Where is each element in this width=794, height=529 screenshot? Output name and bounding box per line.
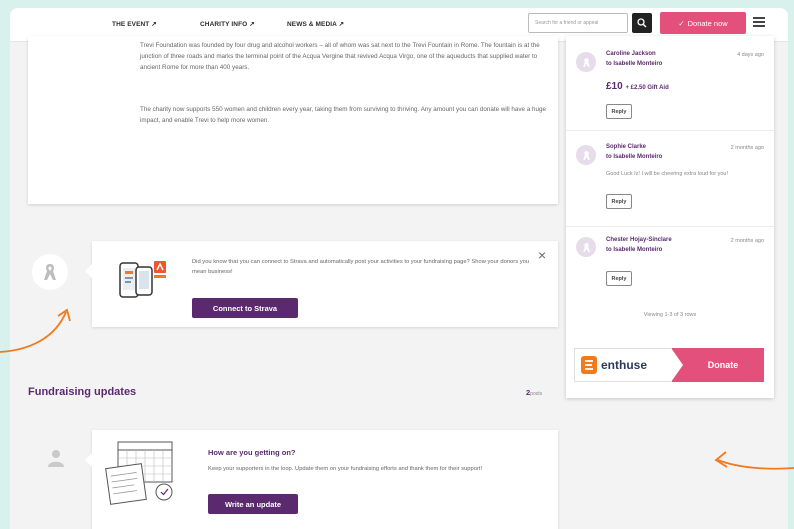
gift-aid-text: + £2.50 Gift Aid [625, 85, 669, 91]
strava-promo-card: Did you know that you can connect to Str… [85, 241, 558, 327]
update-card-text: Keep your supporters in the loop. Update… [208, 466, 483, 472]
ribbon-icon [44, 264, 56, 280]
story-card: Trevi Foundation was founded by four dru… [28, 36, 558, 204]
donation-recipient: to Isabelle Monteiro [606, 60, 663, 67]
enthuse-donate-button[interactable]: Donate [671, 348, 764, 382]
enthuse-logo-text: enthuse [601, 358, 648, 372]
search-icon [637, 18, 647, 28]
donor-name-text: Chester Hojay-Sinclare [606, 237, 672, 243]
story-paragraph-2: The charity now supports 550 women and c… [140, 106, 547, 125]
write-an-update-button[interactable]: Write an update [208, 494, 298, 514]
check-icon: ✓ [678, 18, 685, 28]
nav-link-news-media[interactable]: NEWS & MEDIA ↗ [287, 20, 344, 28]
donation-time: 2 months ago [730, 145, 764, 151]
phone-illustration [119, 261, 166, 298]
ribbon-icon [582, 57, 590, 67]
posts-count: 2posts [526, 388, 542, 397]
close-icon[interactable]: × [538, 248, 546, 262]
donor-avatar [576, 145, 596, 165]
ribbon-avatar [32, 254, 68, 290]
person-icon [48, 450, 64, 467]
donation-time: 2 months ago [730, 238, 764, 244]
donor-name: Caroline Jackson to Isabelle Monteiro [606, 50, 706, 69]
donation-time: 4 days ago [737, 52, 764, 58]
donate-now-label: Donate now [687, 18, 728, 28]
donation-amount-value: £10 [606, 81, 623, 92]
search-input[interactable]: Search for a friend or appeal [528, 13, 628, 33]
donation-amount: £10 + £2.50 Gift Aid [606, 81, 669, 92]
reply-button[interactable]: Reply [606, 194, 632, 209]
donation-message: Good Luck Iz! I will be cheering extra l… [606, 171, 728, 177]
pagination-status: Viewing 1-3 of 3 rows [643, 312, 697, 318]
calendar-illustration [105, 441, 173, 505]
browser-frame: THE EVENT ↗ CHARITY INFO ↗ NEWS & MEDIA … [10, 8, 788, 529]
reply-button[interactable]: Reply [606, 271, 632, 286]
donation-recipient: to Isabelle Monteiro [606, 246, 663, 253]
donor-name: Sophie Clarke to Isabelle Monteiro [606, 143, 706, 162]
update-card-title: How are you getting on? [208, 448, 296, 457]
ribbon-icon [582, 242, 590, 252]
donations-sidebar: Caroline Jackson to Isabelle Monteiro 4 … [566, 36, 774, 398]
write-update-card: How are you getting on? Keep your suppor… [85, 430, 558, 529]
connect-to-strava-button[interactable]: Connect to Strava [192, 298, 298, 318]
donor-name-text: Sophie Clarke [606, 144, 647, 150]
strava-description: Did you know that you can connect to Str… [192, 259, 530, 275]
nav-link-the-event[interactable]: THE EVENT ↗ [112, 20, 157, 28]
donor-avatar [576, 237, 596, 257]
enthuse-logo: enthuse [574, 348, 672, 382]
enthuse-logo-icon [581, 356, 597, 374]
annotation-arrow-left [0, 308, 71, 353]
donor-avatar [576, 52, 596, 72]
donation-recipient: to Isabelle Monteiro [606, 153, 663, 160]
menu-icon[interactable] [753, 17, 765, 27]
nav-link-charity-info[interactable]: CHARITY INFO ↗ [200, 20, 255, 28]
annotation-arrow-right [714, 451, 794, 470]
search-button[interactable] [632, 13, 652, 33]
reply-button[interactable]: Reply [606, 104, 632, 119]
donor-name-text: Caroline Jackson [606, 51, 656, 57]
ribbon-icon [582, 150, 590, 160]
donate-now-button[interactable]: ✓ Donate now [660, 12, 746, 34]
story-paragraph-1: Trevi Foundation was founded by four dru… [140, 42, 540, 72]
fundraising-updates-heading: Fundraising updates [28, 386, 137, 398]
enthuse-donate-bar[interactable]: enthuse Donate [574, 348, 764, 382]
person-avatar [38, 440, 74, 476]
donor-name: Chester Hojay-Sinclare to Isabelle Monte… [606, 236, 706, 255]
posts-count-unit: posts [530, 391, 543, 397]
